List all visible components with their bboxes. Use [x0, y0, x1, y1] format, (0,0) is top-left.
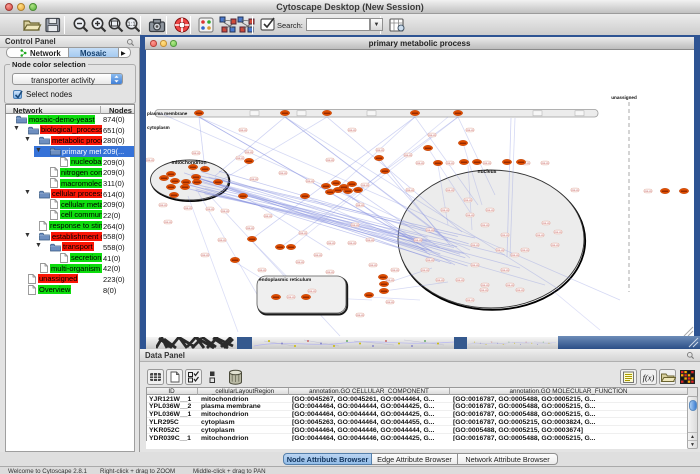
svg-text:xxx-xx: xxx-xx — [348, 129, 356, 132]
svg-text:xxx-xx: xxx-xx — [644, 190, 652, 193]
svg-text:xxx-xx: xxx-xx — [551, 244, 559, 247]
svg-text:xxx-xx: xxx-xx — [542, 222, 550, 225]
svg-text:xxx-xx: xxx-xx — [483, 162, 491, 165]
svg-text:xxx-xx: xxx-xx — [496, 249, 504, 252]
svg-text:xxx-xx: xxx-xx — [250, 178, 258, 181]
svg-text:cytoplasm: cytoplasm — [147, 125, 170, 130]
svg-text:nucleus: nucleus — [478, 169, 497, 175]
svg-text:xxx-xx: xxx-xx — [446, 162, 454, 165]
svg-text:xxx-xx: xxx-xx — [356, 314, 364, 317]
svg-text:xxx-xx: xxx-xx — [571, 189, 579, 192]
svg-text:xxx-xx: xxx-xx — [369, 264, 377, 267]
svg-text:unassigned: unassigned — [611, 95, 637, 100]
svg-text:xxx-xx: xxx-xx — [206, 208, 214, 211]
svg-text:xxx-xx: xxx-xx — [326, 159, 334, 162]
svg-text:xxx-xx: xxx-xx — [516, 289, 524, 292]
svg-text:xxx-xx: xxx-xx — [351, 224, 359, 227]
svg-text:xxx-xx: xxx-xx — [201, 254, 209, 257]
svg-text:xxx-xx: xxx-xx — [146, 159, 154, 162]
svg-text:xxx-xx: xxx-xx — [466, 214, 474, 217]
svg-text:xxx-xx: xxx-xx — [287, 296, 295, 299]
svg-text:xxx-xx: xxx-xx — [471, 244, 479, 247]
svg-text:xxx-xx: xxx-xx — [386, 301, 394, 304]
svg-text:xxx-xx: xxx-xx — [441, 209, 449, 212]
svg-text:xxx-xx: xxx-xx — [246, 227, 254, 230]
svg-text:xxx-xx: xxx-xx — [184, 207, 192, 210]
svg-text:xxx-xx: xxx-xx — [456, 279, 464, 282]
svg-text:xxx-xx: xxx-xx — [466, 299, 474, 302]
svg-text:xxx-xx: xxx-xx — [471, 264, 479, 267]
svg-text:xxx-xx: xxx-xx — [356, 204, 364, 207]
svg-text:xxx-xx: xxx-xx — [192, 152, 200, 155]
svg-text:xxx-xx: xxx-xx — [466, 129, 474, 132]
svg-text:xxx-xx: xxx-xx — [308, 290, 316, 293]
svg-text:xxx-xx: xxx-xx — [366, 239, 374, 242]
svg-text:xxx-xx: xxx-xx — [218, 239, 226, 242]
svg-text:xxx-xx: xxx-xx — [258, 269, 266, 272]
svg-text:xxx-xx: xxx-xx — [376, 149, 384, 152]
svg-text:xxx-xx: xxx-xx — [426, 229, 434, 232]
svg-text:xxx-xx: xxx-xx — [348, 242, 356, 245]
svg-text:xxx-xx: xxx-xx — [481, 224, 489, 227]
svg-text:xxx-xx: xxx-xx — [306, 180, 314, 183]
svg-text:xxx-xx: xxx-xx — [159, 204, 167, 207]
svg-text:xxx-xx: xxx-xx — [480, 289, 488, 292]
svg-text:1:1: 1:1 — [127, 22, 136, 28]
svg-text:xxx-xx: xxx-xx — [446, 189, 454, 192]
svg-text:xxx-xx: xxx-xx — [481, 284, 489, 287]
svg-text:xxx-xx: xxx-xx — [245, 151, 253, 154]
svg-text:xxx-xx: xxx-xx — [421, 269, 429, 272]
svg-text:xxx-xx: xxx-xx — [486, 209, 494, 212]
svg-text:xxx-xx: xxx-xx — [314, 254, 322, 257]
svg-text:xxx-xx: xxx-xx — [299, 232, 307, 235]
svg-text:xxx-xx: xxx-xx — [406, 189, 414, 192]
svg-text:xxx-xx: xxx-xx — [414, 239, 422, 242]
svg-text:xxx-xx: xxx-xx — [391, 269, 399, 272]
svg-text:xxx-xx: xxx-xx — [236, 157, 244, 160]
svg-text:xxx-xx: xxx-xx — [239, 129, 247, 132]
svg-text:xxx-xx: xxx-xx — [296, 261, 304, 264]
svg-text:xxx-xx: xxx-xx — [264, 215, 272, 218]
svg-text:plasma membrane: plasma membrane — [147, 111, 188, 116]
svg-text:xxx-xx: xxx-xx — [464, 199, 472, 202]
svg-text:xxx-xx: xxx-xx — [326, 271, 334, 274]
svg-text:xxx-xx: xxx-xx — [506, 284, 514, 287]
svg-text:xxx-xx: xxx-xx — [279, 172, 287, 175]
svg-text:xxx-xx: xxx-xx — [554, 231, 562, 234]
svg-text:xxx-xx: xxx-xx — [327, 242, 335, 245]
svg-text:xxx-xx: xxx-xx — [426, 259, 434, 262]
svg-text:xxx-xx: xxx-xx — [521, 249, 529, 252]
svg-text:xxx-xx: xxx-xx — [536, 234, 544, 237]
svg-text:xxx-xx: xxx-xx — [164, 221, 172, 224]
svg-text:xxx-xx: xxx-xx — [404, 154, 412, 157]
svg-text:xxx-xx: xxx-xx — [416, 162, 424, 165]
svg-text:xxx-xx: xxx-xx — [511, 254, 519, 257]
svg-text:xxx-xx: xxx-xx — [501, 269, 509, 272]
svg-text:xxx-xx: xxx-xx — [501, 234, 509, 237]
svg-text:xxx-xx: xxx-xx — [221, 210, 229, 213]
svg-text:xxx-xx: xxx-xx — [428, 134, 436, 137]
svg-text:f(x): f(x) — [643, 373, 655, 383]
svg-text:xxx-xx: xxx-xx — [541, 162, 549, 165]
svg-text:xxx-xx: xxx-xx — [361, 184, 369, 187]
svg-text:endoplasmic reticulum: endoplasmic reticulum — [259, 277, 311, 283]
svg-text:xxx-xx: xxx-xx — [436, 279, 444, 282]
